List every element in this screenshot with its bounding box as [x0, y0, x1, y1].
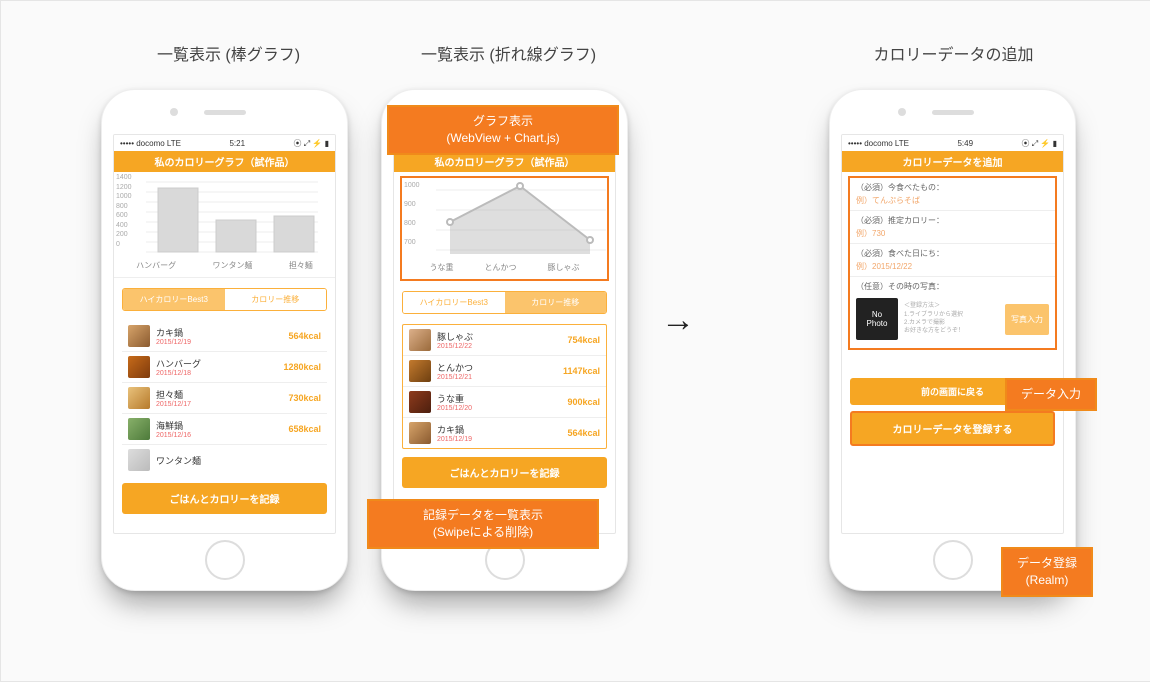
list-item: ワンタン麺 — [122, 445, 327, 475]
food-list[interactable]: カキ鍋2015/12/19564kcal ハンバーグ2015/12/181280… — [122, 321, 327, 475]
caption-line: 一覧表示 (折れ線グラフ) — [381, 41, 636, 65]
register-button[interactable]: カロリーデータを登録する — [850, 411, 1055, 446]
input-food[interactable]: 例）てんぷらそば — [850, 193, 1055, 211]
list-item: 担々麺2015/12/17730kcal — [122, 383, 327, 414]
food-list[interactable]: 豚しゃぶ2015/12/22754kcal とんかつ2015/12/211147… — [402, 324, 607, 449]
no-photo-icon: No Photo — [856, 298, 898, 340]
label-photo: （任意）その時の写真： — [850, 277, 1055, 292]
tab-best3[interactable]: ハイカロリーBest3 — [123, 289, 225, 310]
line-chart: 1000900800700 うな重とんかつ豚しゃぶ — [400, 176, 609, 281]
bar-chart: 1400120010008006004002000 — [114, 172, 335, 258]
tag-list: 記録データを一覧表示 (Swipeによる削除) — [367, 499, 599, 549]
record-button[interactable]: ごはんとカロリーを記録 — [122, 483, 327, 514]
list-item: 海鮮鍋2015/12/16658kcal — [122, 414, 327, 445]
tab-recent[interactable]: カロリー推移 — [505, 292, 607, 313]
form-panel: （必須）今食べたもの： 例）てんぷらそば （必須）推定カロリー： 例）730 （… — [848, 176, 1057, 350]
status-carrier: ••••• docomo LTE — [120, 139, 181, 148]
screen-bar: ••••• docomo LTE 5:21 ⦿ ⤢ ⚡ ▮ 私のカロリーグラフ（… — [113, 134, 336, 534]
app-title: 私のカロリーグラフ（試作品） — [114, 151, 335, 172]
status-icons: ⦿ ⤢ ⚡ ▮ — [294, 138, 329, 149]
arrow-icon: → — [661, 301, 695, 340]
list-item: カキ鍋2015/12/19564kcal — [403, 418, 606, 448]
phone-add: ••••• docomo LTE5:49⦿ ⤢ ⚡ ▮ カロリーデータを追加 （… — [829, 89, 1076, 591]
stage: 一覧表示 (棒グラフ) 一覧表示 (折れ線グラフ) カロリーデータの追加 •••… — [0, 0, 1150, 682]
screen-add: ••••• docomo LTE5:49⦿ ⤢ ⚡ ▮ カロリーデータを追加 （… — [841, 134, 1064, 534]
tab-recent[interactable]: カロリー推移 — [225, 289, 327, 310]
tag-input: データ入力 — [1005, 378, 1097, 411]
app-title-add: カロリーデータを追加 — [842, 151, 1063, 172]
screen-line: ••••• docomo LTE5:21⦿ ⤢ ⚡ ▮ 私のカロリーグラフ（試作… — [393, 134, 616, 534]
input-kcal[interactable]: 例）730 — [850, 226, 1055, 244]
segment-control[interactable]: ハイカロリーBest3 カロリー推移 — [402, 291, 607, 314]
list-item: 豚しゃぶ2015/12/22754kcal — [403, 325, 606, 356]
input-date[interactable]: 例）2015/12/22 — [850, 259, 1055, 277]
segment-control[interactable]: ハイカロリーBest3 カロリー推移 — [122, 288, 327, 311]
label-kcal: （必須）推定カロリー： — [850, 211, 1055, 226]
list-item: カキ鍋2015/12/19564kcal — [122, 321, 327, 352]
list-item: ハンバーグ2015/12/181280kcal — [122, 352, 327, 383]
tag-chart: グラフ表示 (WebView + Chart.js) — [387, 105, 619, 155]
record-button[interactable]: ごはんとカロリーを記録 — [402, 457, 607, 488]
status-bar: ••••• docomo LTE 5:21 ⦿ ⤢ ⚡ ▮ — [114, 135, 335, 151]
tab-best3[interactable]: ハイカロリーBest3 — [403, 292, 505, 313]
home-button[interactable] — [933, 540, 973, 580]
phone-bar: ••••• docomo LTE 5:21 ⦿ ⤢ ⚡ ▮ 私のカロリーグラフ（… — [101, 89, 348, 591]
caption-bar: 一覧表示 (棒グラフ) — [101, 41, 356, 65]
tag-register: データ登録 (Realm) — [1001, 547, 1093, 597]
status-time: 5:21 — [229, 139, 245, 148]
list-item: とんかつ2015/12/211147kcal — [403, 356, 606, 387]
photo-instructions: ＜登録方法＞ 1.ライブラリから選択 2.カメラで撮影 お好きな方をどうぞ！ — [904, 302, 999, 336]
photo-button[interactable]: 写真入力 — [1005, 304, 1049, 335]
label-date: （必須）食べた日にち： — [850, 244, 1055, 259]
home-button[interactable] — [205, 540, 245, 580]
caption-add: カロリーデータの追加 — [826, 41, 1081, 65]
label-food: （必須）今食べたもの： — [850, 178, 1055, 193]
bar-xlabels: ハンバーグワンタン麺担々麺 — [114, 258, 335, 277]
list-item: うな重2015/12/20900kcal — [403, 387, 606, 418]
